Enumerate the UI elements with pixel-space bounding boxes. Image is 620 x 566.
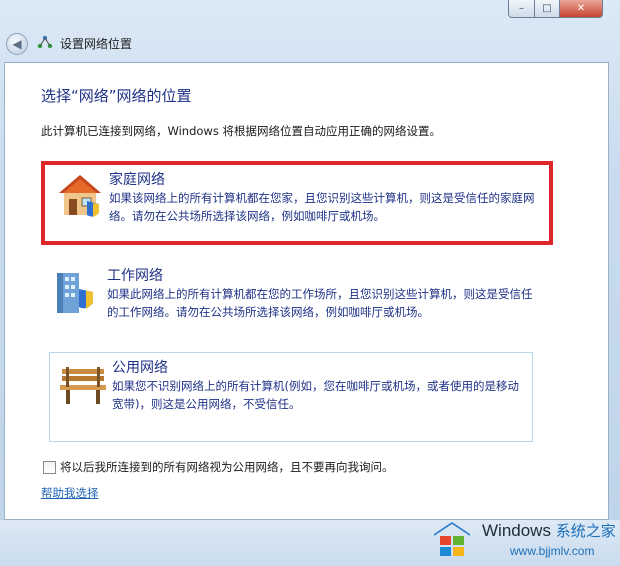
treat-all-public-checkbox[interactable] xyxy=(43,460,56,474)
home-network-desc: 如果该网络上的所有计算机都在您家，且您识别这些计算机，则这是受信任的家庭网络。请… xyxy=(109,191,535,223)
park-bench-icon xyxy=(60,367,106,404)
treat-all-public-label: 将以后我所连接到的所有网络视为公用网络，且不要再向我询问。 xyxy=(60,460,394,474)
office-building-icon xyxy=(57,273,93,313)
maximize-button[interactable]: □ xyxy=(535,0,560,18)
help-me-choose-link[interactable]: 帮助我选择 xyxy=(41,485,99,501)
windows-logo-icon xyxy=(434,522,470,556)
back-arrow-icon: ◀ xyxy=(12,37,22,51)
home-network-title: 家庭网络 xyxy=(109,172,165,188)
public-network-desc: 如果您不识别网络上的所有计算机(例如，您在咖啡厅或机场，或者使用的是移动宽带)，… xyxy=(112,379,519,411)
back-button[interactable]: ◀ xyxy=(6,33,28,55)
network-icon xyxy=(37,35,53,49)
close-button[interactable]: ✕ xyxy=(560,0,603,18)
watermark: Windows 系统之家 www.bjjmlv.com xyxy=(430,514,620,566)
content-panel: 选择“网络”网络的位置 此计算机已连接到网络，Windows 将根据网络位置自动… xyxy=(4,62,609,520)
treat-all-public-checkbox-row[interactable]: 将以后我所连接到的所有网络视为公用网络，且不要再向我询问。 xyxy=(43,459,394,475)
page-description: 此计算机已连接到网络，Windows 将根据网络位置自动应用正确的网络设置。 xyxy=(41,124,441,138)
window-title: 设置网络位置 xyxy=(60,37,133,51)
window-controls: – □ ✕ xyxy=(508,0,603,18)
public-network-option[interactable]: 公用网络 如果您不识别网络上的所有计算机(例如，您在咖啡厅或机场，或者使用的是移… xyxy=(49,352,533,442)
minimize-button[interactable]: – xyxy=(508,0,535,18)
window-frame: – □ ✕ ◀ 设置网络位置 选择“网络”网络的位置 此计算机已连接到网络，Wi… xyxy=(0,0,620,566)
work-network-title: 工作网络 xyxy=(107,268,163,284)
home-network-option[interactable]: 家庭网络 如果该网络上的所有计算机都在您家，且您识别这些计算机，则这是受信任的家… xyxy=(41,161,553,245)
house-icon xyxy=(59,175,101,217)
watermark-brand-en: Windows xyxy=(482,521,551,540)
page-heading: 选择“网络”网络的位置 xyxy=(41,87,192,105)
work-network-desc: 如果此网络上的所有计算机都在您的工作场所，且您识别这些计算机，则这是受信任的工作… xyxy=(107,287,533,319)
public-network-title: 公用网络 xyxy=(112,360,168,376)
watermark-url: www.bjjmlv.com xyxy=(510,544,595,558)
watermark-brand: Windows 系统之家 xyxy=(482,520,616,541)
watermark-brand-cn: 系统之家 xyxy=(555,523,616,540)
work-network-option[interactable]: 工作网络 如果此网络上的所有计算机都在您的工作场所，且您识别这些计算机，则这是受… xyxy=(49,261,539,329)
